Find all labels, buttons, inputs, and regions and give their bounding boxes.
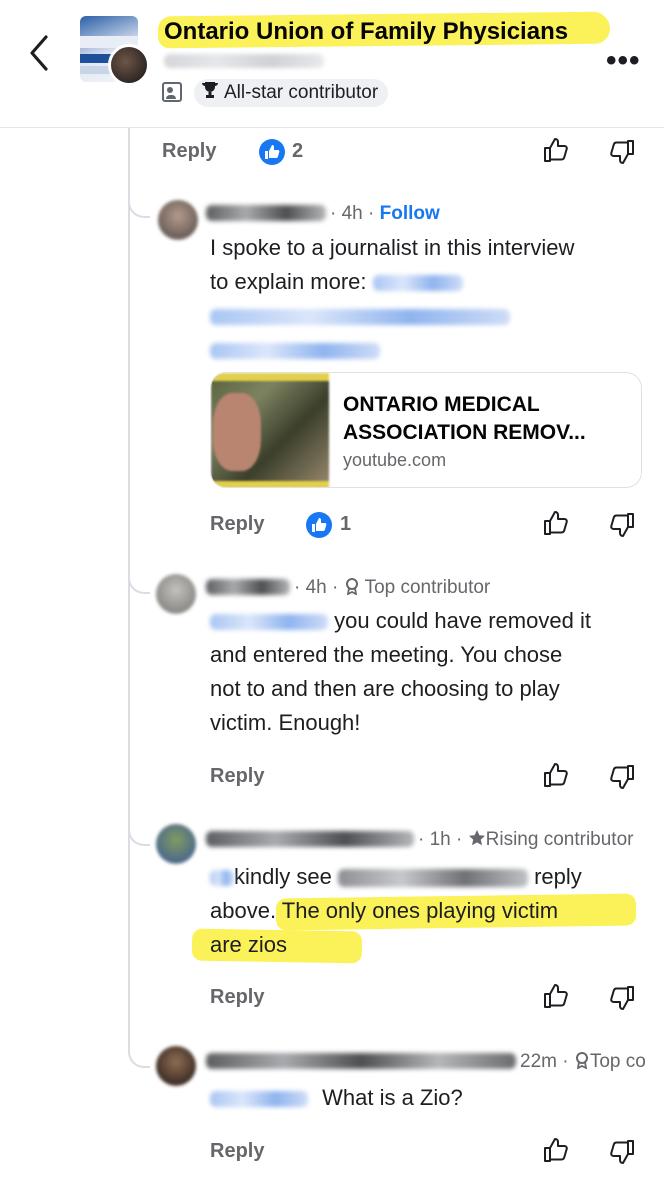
comment-text-line: victim. Enough!: [210, 710, 361, 735]
comment-text: What is a Zio?: [210, 1081, 463, 1115]
like-icon: [306, 512, 332, 538]
follow-button[interactable]: Follow: [380, 203, 440, 224]
star-icon: [468, 829, 486, 850]
comment-text: kindly see reply above. The only ones pl…: [210, 860, 582, 962]
thumbs-down-icon[interactable]: [608, 1138, 636, 1166]
comment-meta: · 4h · Follow: [330, 203, 440, 224]
comment-text-line: What is a Zio?: [322, 1085, 463, 1110]
trophy-icon: [200, 80, 220, 106]
like-count: 2: [292, 140, 304, 162]
comment-text-line: and entered the meeting. You chose: [210, 642, 563, 667]
reply-button[interactable]: Reply: [210, 1140, 264, 1163]
badge-icon: [344, 577, 360, 598]
thumbs-down-icon[interactable]: [608, 511, 636, 539]
reply-button[interactable]: Reply: [210, 986, 264, 1009]
mention-redacted[interactable]: [210, 1091, 308, 1108]
commenter-avatar[interactable]: [156, 824, 196, 864]
thread-connector: [128, 548, 150, 594]
preview-thumbnail: [211, 373, 329, 487]
like-icon: [259, 139, 285, 165]
commenter-avatar[interactable]: [156, 1046, 196, 1086]
comment-text-line: kindly see: [234, 864, 332, 889]
thread-connector: [128, 1018, 150, 1068]
comment-text-line: above: [210, 898, 270, 923]
comment-text-line: are zios: [210, 932, 288, 957]
user-avatar[interactable]: [108, 44, 150, 86]
link-redacted[interactable]: [210, 343, 380, 360]
reply-button[interactable]: Reply: [162, 140, 216, 163]
link-preview-card[interactable]: ONTARIO MEDICAL ASSOCIATION REMOV... you…: [210, 372, 642, 488]
thumbs-up-icon[interactable]: [542, 509, 570, 537]
author-name-redacted: [164, 54, 324, 68]
comment-meta: · 4h · Top contributor: [294, 577, 491, 598]
thread-connector: [128, 170, 150, 218]
timestamp: 4h: [305, 577, 327, 598]
mention-redacted[interactable]: [210, 614, 328, 631]
comment-text-line: . The only ones playing victim: [269, 898, 559, 923]
timestamp: 1h: [429, 829, 451, 850]
comment-meta: · 1h · Rising contributor: [418, 829, 634, 850]
timestamp: 22m: [520, 1051, 557, 1072]
badge-label: All-star contributor: [224, 82, 379, 103]
commenter-name-redacted: [206, 1053, 516, 1069]
group-title[interactable]: Ontario Union of Family Physicians: [164, 18, 568, 46]
comment-text-line: you could have removed it: [334, 608, 591, 633]
thumbs-down-icon[interactable]: [608, 984, 636, 1012]
comment-text: I spoke to a journalist in this intervie…: [210, 231, 574, 367]
comment-meta: 22m · Top co: [520, 1051, 646, 1072]
thumbs-up-icon[interactable]: [542, 982, 570, 1010]
thumbs-up-icon[interactable]: [542, 761, 570, 789]
thread-line: [128, 128, 130, 1048]
thread-connector: [128, 800, 150, 846]
link-redacted[interactable]: [210, 309, 510, 326]
like-count: 1: [340, 513, 352, 535]
badge-icon: [574, 1051, 590, 1072]
reply-button[interactable]: Reply: [210, 513, 264, 536]
comment-text-line: reply: [534, 864, 582, 889]
commenter-name-redacted: [206, 831, 414, 847]
header: Ontario Union of Family Physicians ••• A…: [0, 0, 664, 128]
thumbs-down-icon[interactable]: [608, 138, 636, 166]
contributor-badge-label: Top contributor: [364, 577, 491, 598]
thumbs-down-icon[interactable]: [608, 763, 636, 791]
comment-text: you could have removed it and entered th…: [210, 604, 591, 740]
link-redacted[interactable]: [372, 275, 463, 292]
name-redacted: [337, 869, 528, 888]
thumbs-up-icon[interactable]: [542, 136, 570, 164]
comment-text-line: not to and then are choosing to play: [210, 676, 560, 701]
timestamp: 4h: [341, 203, 363, 224]
members-icon: [162, 82, 182, 102]
thumbs-up-icon[interactable]: [542, 1136, 570, 1164]
commenter-avatar[interactable]: [156, 574, 196, 614]
reply-button[interactable]: Reply: [210, 765, 264, 788]
commenter-avatar[interactable]: [158, 200, 198, 240]
preview-domain: youtube.com: [343, 450, 447, 470]
contributor-badge-label: Rising contributor: [485, 829, 634, 850]
comment-text-line: to explain more:: [210, 269, 373, 294]
commenter-name-redacted: [206, 579, 290, 595]
back-chevron-icon[interactable]: [24, 30, 54, 76]
comment-text-line: I spoke to a journalist in this intervie…: [210, 235, 575, 260]
preview-title: ONTARIO MEDICAL ASSOCIATION REMOV...: [343, 393, 586, 444]
contributor-badge-label: Top co: [589, 1051, 646, 1072]
mention-redacted[interactable]: [210, 870, 234, 887]
contributor-badge: All-star contributor: [194, 79, 389, 107]
more-options-button[interactable]: •••: [606, 44, 641, 78]
commenter-name-redacted: [206, 205, 326, 221]
